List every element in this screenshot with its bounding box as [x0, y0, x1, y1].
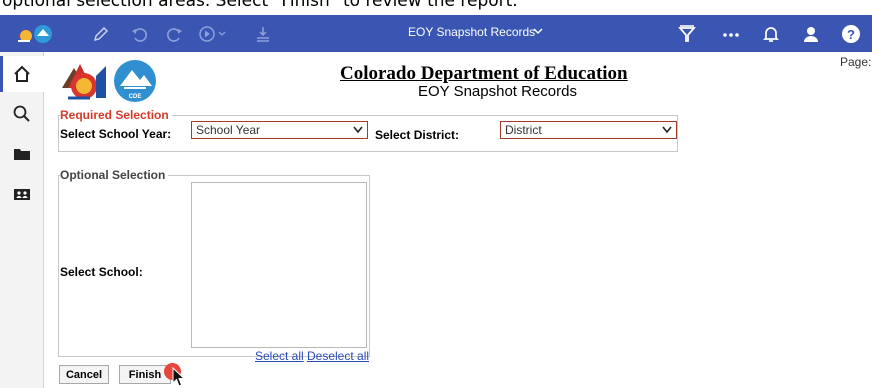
- report-title-selector[interactable]: EOY Snapshot Records: [408, 25, 535, 39]
- save-icon[interactable]: [252, 23, 274, 45]
- more-icon[interactable]: [720, 23, 742, 45]
- report-canvas: CDE Page: 1 Colorado Department of Educa…: [44, 52, 872, 388]
- instruction-caption: optional selection areas. Select "Finish…: [0, 0, 872, 15]
- required-selection-legend: Required Selection: [60, 108, 172, 122]
- help-icon[interactable]: ?: [840, 23, 862, 45]
- play-icon[interactable]: [196, 23, 218, 45]
- user-group-icon: [14, 189, 30, 200]
- colorado-logo-icon: [62, 64, 106, 100]
- undo-icon[interactable]: [128, 23, 150, 45]
- left-navigation: [0, 52, 44, 388]
- school-year-chevron-down-icon: [353, 126, 363, 134]
- nav-team[interactable]: [0, 176, 44, 212]
- deselect-all-link[interactable]: Deselect all: [307, 349, 369, 363]
- svg-text:CDE: CDE: [129, 94, 142, 100]
- filter-icon[interactable]: [676, 23, 698, 45]
- pencil-icon[interactable]: [90, 23, 112, 45]
- svg-text:?: ?: [847, 27, 855, 42]
- school-year-select[interactable]: School Year: [191, 121, 368, 139]
- user-icon[interactable]: [800, 23, 822, 45]
- nav-folder[interactable]: [0, 136, 44, 172]
- district-value: District: [505, 123, 542, 137]
- school-year-value: School Year: [196, 123, 261, 137]
- chevron-down-icon[interactable]: [216, 23, 228, 45]
- district-select[interactable]: District: [500, 121, 677, 139]
- finish-button[interactable]: Finish: [119, 365, 171, 384]
- school-year-label: Select School Year:: [60, 127, 172, 141]
- title-chevron-down-icon[interactable]: [531, 24, 545, 38]
- app-logo-icon[interactable]: [16, 23, 56, 45]
- optional-selection-legend: Optional Selection: [60, 168, 169, 182]
- mouse-cursor-icon: [172, 367, 186, 387]
- bell-icon[interactable]: [760, 23, 782, 45]
- cde-seal-icon: CDE: [114, 60, 156, 102]
- home-icon: [14, 65, 30, 82]
- nav-home[interactable]: [0, 56, 44, 92]
- select-all-link[interactable]: Select all: [255, 349, 304, 363]
- page-number-label: Page: 1: [840, 55, 872, 69]
- caption-text: optional selection areas. Select "Finish…: [2, 0, 518, 11]
- cancel-button[interactable]: Cancel: [59, 365, 109, 384]
- report-subheading: EOY Snapshot Records: [418, 83, 577, 100]
- school-listbox[interactable]: [191, 182, 367, 348]
- district-label: Select District:: [375, 128, 460, 142]
- redo-icon[interactable]: [164, 23, 186, 45]
- school-label: Select School:: [60, 265, 143, 279]
- top-toolbar: EOY Snapshot Records ?: [0, 15, 872, 52]
- district-chevron-down-icon: [662, 126, 672, 134]
- report-heading: Colorado Department of Education: [340, 63, 628, 84]
- search-icon: [13, 105, 30, 122]
- nav-search[interactable]: [0, 96, 44, 132]
- folder-icon: [14, 149, 30, 160]
